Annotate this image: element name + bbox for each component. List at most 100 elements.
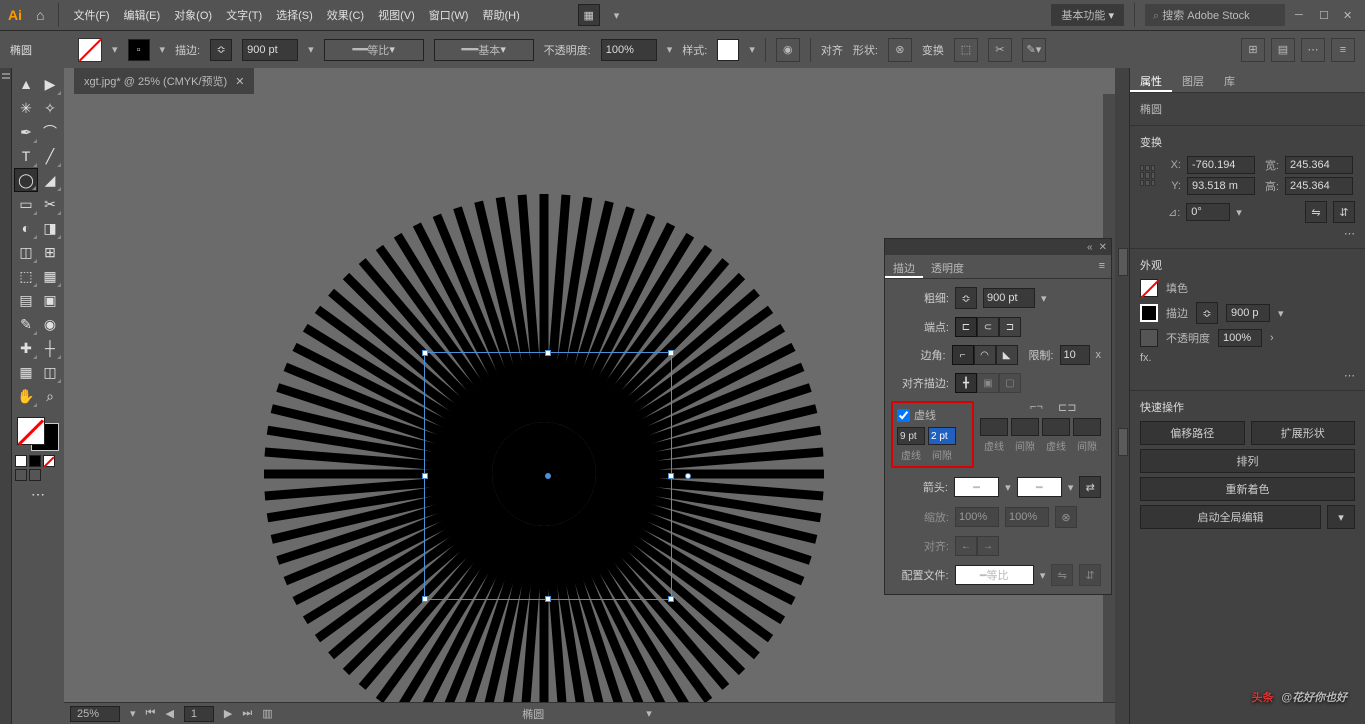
type-tool[interactable]: T	[14, 144, 38, 168]
arrange-dd[interactable]: ▾	[614, 9, 620, 22]
style-dd[interactable]: ▾	[749, 43, 755, 56]
arrow-scale-2[interactable]	[1005, 507, 1049, 527]
artboard-tool[interactable]: ▦	[14, 360, 38, 384]
gap-2[interactable]	[1011, 418, 1039, 436]
align-label[interactable]: 对齐	[821, 42, 843, 58]
menu-object[interactable]: 对象(O)	[174, 7, 212, 23]
shape-icon[interactable]: ⊗	[888, 38, 912, 62]
rp-stroke-dd[interactable]: ▾	[1278, 307, 1284, 320]
swap-arrows-icon[interactable]: ⇄	[1079, 476, 1101, 498]
opt-icon-2[interactable]: ▤	[1271, 38, 1295, 62]
w-input[interactable]	[1285, 156, 1353, 174]
selection-tool[interactable]: ▲	[14, 72, 38, 96]
screen-mode-row[interactable]	[14, 468, 62, 482]
opt-icon-3[interactable]: ⋯	[1301, 38, 1325, 62]
magic-wand-tool[interactable]: ✳	[14, 96, 38, 120]
join-round[interactable]: ◠	[974, 345, 996, 365]
panel-close-icon[interactable]: ✕	[1099, 242, 1107, 253]
zoom-input[interactable]	[70, 706, 120, 722]
tab-layers[interactable]: 图层	[1172, 68, 1214, 92]
ellipse-tool[interactable]: ◯	[14, 168, 38, 192]
slice-tool[interactable]: ◫	[38, 360, 62, 384]
isolate-icon[interactable]: ⬚	[954, 38, 978, 62]
line-tool[interactable]: ╱	[38, 144, 62, 168]
free-transform-tool[interactable]: ⊞	[38, 240, 62, 264]
right-dock-strip[interactable]	[1115, 68, 1129, 724]
expand-shape-button[interactable]: 扩展形状	[1251, 421, 1356, 445]
menu-file[interactable]: 文件(F)	[73, 7, 109, 23]
arrow-scale-1[interactable]	[955, 507, 999, 527]
transform-more-icon[interactable]: ⋯	[1344, 228, 1355, 240]
cap-projecting[interactable]: ⊐	[999, 317, 1021, 337]
fill-chip[interactable]	[1140, 279, 1158, 297]
crop-icon[interactable]: ✂	[988, 38, 1012, 62]
gap-1[interactable]	[928, 427, 956, 445]
selection-bounding-box[interactable]	[424, 352, 672, 600]
symbol-sprayer-tool[interactable]: ✚	[14, 336, 38, 360]
fill-stroke-swatches[interactable]	[14, 414, 62, 454]
minimize-icon[interactable]: ─	[1295, 9, 1309, 21]
dash-3[interactable]	[1042, 418, 1070, 436]
rp-opacity-input[interactable]	[1218, 329, 1262, 347]
global-edit-dd[interactable]: ▾	[1327, 505, 1355, 529]
menu-edit[interactable]: 编辑(E)	[124, 7, 161, 23]
y-input[interactable]	[1187, 177, 1255, 195]
close-icon[interactable]: ✕	[1343, 9, 1357, 22]
x-input[interactable]	[1187, 156, 1255, 174]
opacity-chip[interactable]	[1140, 329, 1158, 347]
nav-next-icon[interactable]: ▶	[224, 707, 232, 720]
global-edit-button[interactable]: 启动全局编辑	[1140, 505, 1321, 529]
join-bevel[interactable]: ◣	[996, 345, 1018, 365]
panel-header[interactable]: « ✕	[885, 239, 1111, 255]
link-scales-icon[interactable]: ⊗	[1055, 506, 1077, 528]
tab-library[interactable]: 库	[1214, 68, 1245, 92]
dash-2[interactable]	[980, 418, 1008, 436]
status-dd[interactable]: ▾	[646, 707, 652, 720]
align-center[interactable]: ╋	[955, 373, 977, 393]
arrow-end-dd[interactable]: ━	[1017, 477, 1062, 497]
mesh-tool[interactable]: ▤	[14, 288, 38, 312]
lasso-tool[interactable]: ✧	[38, 96, 62, 120]
recolor-button[interactable]: 重新着色	[1140, 477, 1355, 501]
dash-1[interactable]	[897, 427, 925, 445]
limit-input[interactable]	[1060, 345, 1090, 365]
dash-align-1[interactable]: ⌐¬	[1030, 401, 1054, 414]
flip-h[interactable]: ⇋	[1305, 201, 1327, 223]
cap-butt[interactable]: ⊏	[955, 317, 977, 337]
color-mode-row[interactable]	[14, 454, 62, 468]
gap-3[interactable]	[1073, 418, 1101, 436]
menu-help[interactable]: 帮助(H)	[482, 7, 519, 23]
panel-menu-icon[interactable]: ≡	[1331, 38, 1355, 62]
tab-stroke[interactable]: 描边	[885, 255, 923, 278]
flip-v[interactable]: ⇵	[1333, 201, 1355, 223]
stroke-weight-input[interactable]	[242, 39, 298, 61]
aa1[interactable]: ←	[955, 536, 977, 556]
workspace-switcher[interactable]: 基本功能 ▾	[1051, 4, 1124, 26]
style-chip[interactable]	[717, 39, 739, 61]
perspective-tool[interactable]: ▦	[38, 264, 62, 288]
cap-round[interactable]: ⊂	[977, 317, 999, 337]
angle-input[interactable]	[1186, 203, 1230, 221]
blend-tool[interactable]: ◉	[38, 312, 62, 336]
menu-window[interactable]: 窗口(W)	[429, 7, 469, 23]
flip-v-icon[interactable]: ⇵	[1079, 564, 1101, 586]
nav-prev-icon[interactable]: ◀	[165, 707, 173, 720]
arrange-icon[interactable]: ▦	[578, 4, 600, 26]
recolor-icon[interactable]: ◉	[776, 38, 800, 62]
weight-dd[interactable]: ▾	[1041, 292, 1047, 305]
tab-properties[interactable]: 属性	[1130, 68, 1172, 92]
rp-stroke-input[interactable]	[1226, 304, 1270, 322]
opacity-dd[interactable]: ▾	[667, 43, 673, 56]
stroke-color-chip[interactable]: ▫	[128, 39, 150, 61]
fill-color-chip[interactable]	[78, 38, 102, 62]
dashed-checkbox[interactable]	[897, 409, 910, 422]
menu-view[interactable]: 视图(V)	[378, 7, 415, 23]
direct-selection-tool[interactable]: ▶	[38, 72, 62, 96]
pen-tool[interactable]: ✒	[14, 120, 38, 144]
nav-first-icon[interactable]: ⏮	[146, 707, 156, 720]
nav-last-icon[interactable]: ⏭	[242, 707, 252, 720]
arrange-button[interactable]: 排列	[1140, 449, 1355, 473]
rp-stroke-stepper[interactable]: ≎	[1196, 302, 1218, 324]
angle-dd[interactable]: ▾	[1236, 206, 1242, 219]
panel-menu-icon[interactable]: ≡	[1093, 255, 1111, 278]
